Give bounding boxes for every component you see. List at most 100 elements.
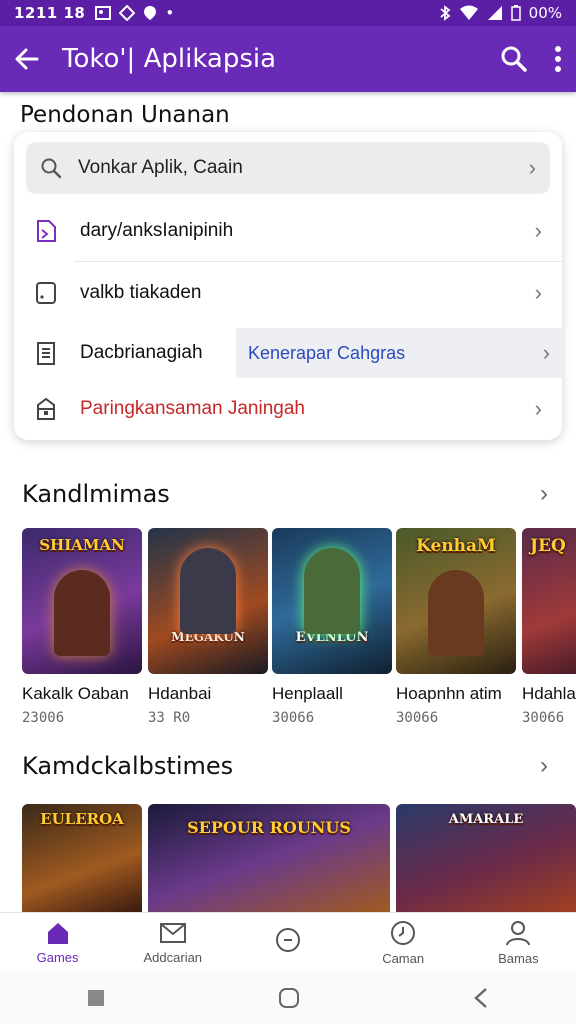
status-bar: 1211 18 • 00%: [0, 0, 576, 26]
game-name: Hdanbai: [148, 684, 212, 703]
search-icon: [41, 158, 62, 179]
game-thumbnail: KenhaM: [396, 528, 516, 674]
bottom-nav: Games Addcarian Caman Bamas: [0, 912, 576, 972]
lock-icon: [37, 397, 55, 420]
clock-icon: [391, 921, 416, 945]
battery-icon: [510, 5, 521, 21]
home-icon: [47, 923, 68, 944]
hint-box[interactable]: Kenerapar Cahgras ›: [236, 328, 562, 378]
battery-percent: 00%: [528, 4, 562, 22]
menu-item-0[interactable]: dary/anksIanipinih ›: [14, 202, 562, 260]
chevron-right-icon[interactable]: ›: [540, 480, 548, 508]
app-bar: Toko'| Aplikapsia: [0, 26, 576, 92]
chevron-right-icon: ›: [528, 155, 536, 180]
game-size: 33 R0: [148, 710, 191, 726]
game-name: Hdahla: [522, 684, 576, 703]
game-card[interactable]: EVLNLUN Henplaall 30066: [272, 528, 392, 726]
location-icon: [144, 6, 157, 20]
game-thumbnail: MEGAKUN: [148, 528, 268, 674]
game-thumbnail: EULEROA: [22, 804, 142, 912]
bluetooth-icon: [440, 5, 451, 21]
menu-item-label: Dacbrianagiah: [80, 342, 203, 363]
game-size: 23006: [22, 710, 65, 726]
mail-icon: [159, 923, 186, 943]
chevron-right-icon: ›: [534, 218, 542, 243]
game-character: [428, 570, 484, 656]
divider: [74, 261, 562, 262]
section-heading: Kandlmimas: [22, 480, 170, 508]
arrow-left-icon[interactable]: [14, 46, 40, 72]
game-art-title: EULEROA: [40, 810, 124, 828]
settings-icon: [119, 5, 136, 21]
game-art-title: AMARALE: [448, 812, 524, 827]
game-card[interactable]: SEPOUR ROUNUS: [148, 804, 390, 912]
recent-square-icon[interactable]: [87, 989, 105, 1007]
hint-label: Kenerapar Cahgras: [248, 342, 406, 363]
game-art-title: JEQ: [530, 536, 566, 556]
status-time: 1211 18: [14, 4, 86, 22]
search-row-label: Vonkar Aplik, Caain: [78, 157, 243, 178]
game-size: 30066: [396, 710, 439, 726]
section-heading: Kamdckalbstimes: [22, 752, 234, 780]
file-share-icon: [37, 220, 56, 242]
chevron-right-icon: ›: [542, 340, 550, 365]
chevron-right-icon[interactable]: ›: [540, 752, 548, 780]
game-card[interactable]: KenhaM Hoapnhn atim 30066: [396, 528, 516, 726]
game-thumbnail: JEQ: [522, 528, 576, 674]
dot-icon: •: [165, 4, 175, 22]
more-vert-icon[interactable]: [554, 45, 562, 73]
game-name: Hoapnhn atim: [396, 684, 502, 703]
nav-item-chat[interactable]: [238, 927, 338, 959]
search-row[interactable]: Vonkar Aplik, Caain ›: [26, 142, 550, 194]
game-card[interactable]: AMARALE: [396, 804, 576, 912]
app-bar-title: Toko'| Aplikapsia: [62, 44, 277, 74]
nav-item-games[interactable]: Games: [8, 920, 108, 965]
chevron-right-icon: ›: [534, 280, 542, 305]
game-card[interactable]: SHIAMAN Kakalk Oaban 23006: [22, 528, 142, 726]
game-art-title: SHIAMAN: [39, 536, 125, 554]
nav-item-caman[interactable]: Caman: [353, 919, 453, 966]
nav-label: Addcarian: [143, 950, 203, 965]
back-triangle-icon[interactable]: [473, 987, 489, 1009]
menu-card: Vonkar Aplik, Caain › dary/anksIanipinih…: [14, 132, 562, 440]
nav-item-bamas[interactable]: Bamas: [468, 919, 568, 966]
game-art-title: SEPOUR ROUNUS: [187, 818, 351, 837]
nav-label: Bamas: [498, 951, 539, 966]
nav-label: Games: [36, 950, 79, 965]
wifi-icon: [459, 5, 478, 20]
game-thumbnail: EVLNLUN: [272, 528, 392, 674]
chevron-right-icon: ›: [534, 396, 542, 421]
device-icon: [36, 282, 56, 304]
status-system-icons: 00%: [439, 4, 562, 22]
game-thumbnail: AMARALE: [396, 804, 576, 912]
nav-item-addcarian[interactable]: Addcarian: [123, 920, 223, 965]
chat-icon: [275, 927, 300, 952]
game-card[interactable]: MEGAKUN Hdanbai 33 R0: [148, 528, 268, 726]
game-thumbnail: SEPOUR ROUNUS: [148, 804, 390, 912]
game-card[interactable]: EULEROA: [22, 804, 142, 912]
game-art-title: KenhaM: [416, 536, 496, 556]
game-name: Kakalk Oaban: [22, 684, 129, 703]
game-size: 30066: [272, 710, 315, 726]
document-icon: [37, 342, 55, 365]
menu-item-label: dary/anksIanipinih: [80, 220, 234, 241]
game-character: [304, 548, 360, 634]
gallery-icon: [95, 6, 112, 20]
game-character: [180, 548, 236, 634]
home-circle-icon[interactable]: [278, 987, 300, 1009]
menu-item-label: Paringkansaman Janingah: [80, 398, 305, 419]
menu-section-heading: Pendonan Unanan: [20, 102, 230, 128]
nav-label: Caman: [382, 951, 425, 966]
menu-item-label: valkb tiakaden: [80, 282, 202, 303]
game-name: Henplaall: [272, 684, 343, 703]
game-size: 30066: [522, 710, 565, 726]
search-icon[interactable]: [500, 45, 528, 73]
game-character: [54, 570, 110, 656]
menu-item-1[interactable]: valkb tiakaden ›: [14, 264, 562, 322]
game-thumbnail: SHIAMAN: [22, 528, 142, 674]
menu-item-3[interactable]: Paringkansaman Janingah ›: [14, 380, 562, 438]
status-notification-icons: •: [95, 4, 174, 22]
game-card[interactable]: JEQ Hdahla 30066: [522, 528, 576, 726]
system-nav: [0, 972, 576, 1024]
person-icon: [506, 921, 531, 946]
